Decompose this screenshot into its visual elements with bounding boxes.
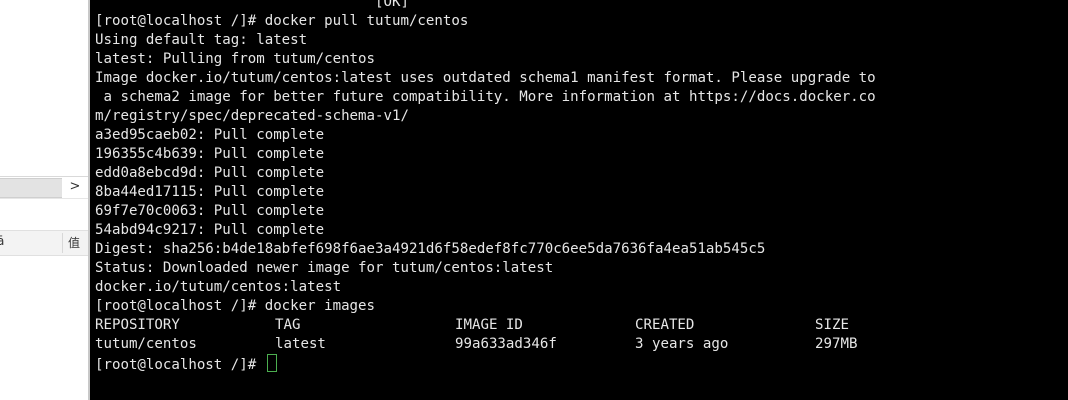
- terminal-prompt-line[interactable]: [root@localhost /]#: [95, 354, 876, 373]
- table-row: tutum/centos latest 99a633ad346f 3 years…: [95, 335, 876, 354]
- terminal-line: Digest: sha256:b4de18abfef698f6ae3a4921d…: [95, 241, 766, 257]
- terminal-window[interactable]: [OK] [root@localhost /]# docker pull tut…: [90, 0, 1068, 400]
- table-cell-created: 3 years ago: [635, 336, 729, 352]
- terminal-line: [root@localhost /]# docker pull tutum/ce…: [95, 13, 469, 29]
- column-separator[interactable]: [62, 233, 63, 253]
- terminal-cursor: [266, 354, 277, 372]
- terminal-line: latest: Pulling from tutum/centos: [95, 51, 376, 67]
- table-cell-size: 297MB: [815, 336, 858, 352]
- column-header-tag: TAG: [275, 317, 301, 333]
- shell-prompt: [root@localhost /]#: [95, 357, 265, 373]
- terminal-line: 196355c4b639: Pull complete: [95, 146, 325, 162]
- terminal-line: m/registry/spec/deprecated-schema-v1/: [95, 108, 409, 124]
- column-header-size: SIZE: [815, 317, 849, 333]
- terminal-line: docker.io/tutum/centos:latest: [95, 279, 342, 295]
- column-header-image-id: IMAGE ID: [455, 317, 523, 333]
- terminal-line: 8ba44ed17115: Pull complete: [95, 184, 325, 200]
- left-table-column-header[interactable]: ā: [0, 234, 4, 248]
- horizontal-scrollbar[interactable]: [0, 178, 62, 198]
- table-cell-tag: latest: [275, 336, 326, 352]
- terminal-line: [OK]: [95, 0, 409, 10]
- terminal-line: edd0a8ebcd9d: Pull complete: [95, 165, 325, 181]
- terminal-output: [OK] [root@localhost /]# docker pull tut…: [95, 0, 876, 373]
- terminal-line: 69f7e70c0063: Pull complete: [95, 203, 325, 219]
- chevron-right-icon[interactable]: >: [66, 177, 84, 197]
- terminal-line: a schema2 image for better future compat…: [95, 89, 876, 105]
- column-header-repository: REPOSITORY: [95, 317, 180, 333]
- table-cell-repository: tutum/centos: [95, 336, 197, 352]
- terminal-line: Status: Downloaded newer image for tutum…: [95, 260, 554, 276]
- terminal-line: Image docker.io/tutum/centos:latest uses…: [95, 70, 876, 86]
- left-panel-divider: [0, 198, 88, 199]
- table-header-row: REPOSITORY TAG IMAGE ID CREATED SIZE: [95, 316, 876, 335]
- left-table-header: ā 值: [0, 230, 88, 256]
- docker-images-table: REPOSITORY TAG IMAGE ID CREATED SIZE tut…: [95, 316, 876, 354]
- screen: > ā 值 [OK] [root@localhost /]# docker pu…: [0, 0, 1068, 400]
- terminal-line: 54abd94c9217: Pull complete: [95, 222, 325, 238]
- table-cell-image-id: 99a633ad346f: [455, 336, 557, 352]
- left-table-column-header[interactable]: 值: [68, 234, 80, 251]
- terminal-line: a3ed95caeb02: Pull complete: [95, 127, 325, 143]
- left-side-panel: > ā 值: [0, 0, 90, 400]
- column-header-created: CREATED: [635, 317, 695, 333]
- terminal-line: Using default tag: latest: [95, 32, 308, 48]
- terminal-line: [root@localhost /]# docker images: [95, 298, 376, 314]
